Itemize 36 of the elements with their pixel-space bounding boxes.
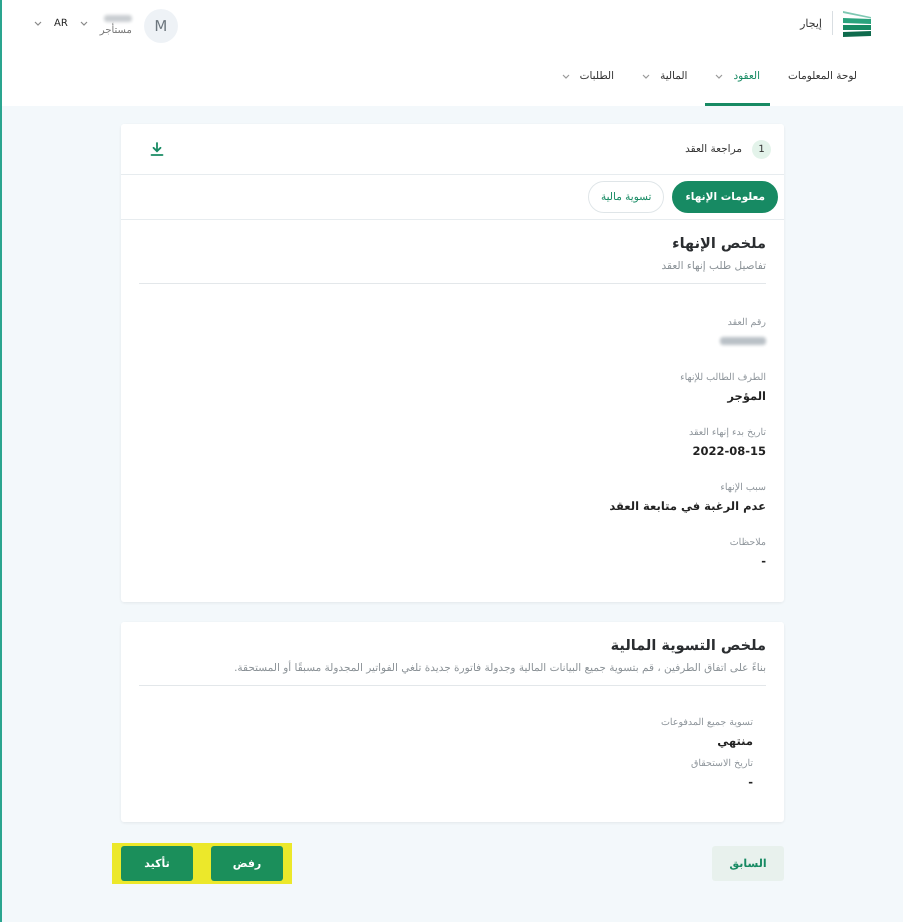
field-value: منتهي	[717, 734, 753, 748]
nav-tab[interactable]: العقود	[705, 46, 770, 106]
tab[interactable]: تسوية مالية	[588, 181, 664, 213]
field-value: عدم الرغبة في متابعة العقد	[609, 499, 766, 513]
section-title: ملخص التسوية المالية	[610, 638, 766, 654]
field-label: رقم العقد	[728, 317, 766, 328]
step-number: 1	[752, 140, 771, 158]
field-label: تاريخ بدء إنهاء العقد	[689, 427, 766, 438]
tab[interactable]: معلومات الإنهاء	[672, 181, 778, 213]
field-value: -	[761, 554, 766, 568]
action-button[interactable]: رفض	[211, 846, 283, 881]
section-subtitle: تفاصيل طلب إنهاء العقد	[660, 260, 766, 272]
field-value: المؤجر	[727, 389, 766, 403]
section-description: بناءً على اتفاق الطرفين ، قم بتسوية جميع البيانات المالية وجدولة فاتورة جديدة تلغي الفواتير المجدولة مسبقًا أو المستحقة.	[233, 662, 766, 674]
nav-tab[interactable]: الطلبات	[552, 46, 624, 106]
field-value: -	[748, 775, 753, 789]
action-button[interactable]: تأكيد	[121, 846, 193, 881]
field-value: 2022-08-15	[692, 444, 766, 458]
brand-name: إيجار	[800, 16, 822, 30]
nav-tab[interactable]: لوحة المعلومات	[778, 46, 867, 106]
download-icon[interactable]	[150, 142, 164, 156]
caret-icon[interactable]	[80, 20, 88, 26]
caret-icon[interactable]	[34, 20, 42, 26]
field-label: تاريخ الاستحقاق	[690, 758, 753, 769]
field-label: الطرف الطالب للإنهاء	[680, 372, 766, 383]
stripes-logo-icon[interactable]	[843, 9, 871, 37]
field-label: تسوية جميع المدفوعات	[660, 717, 753, 728]
field-label: سبب الإنهاء	[720, 482, 766, 493]
field-label: ملاحظات	[730, 537, 766, 548]
nav-tab[interactable]: المالية	[632, 46, 698, 106]
back-button[interactable]: السابق	[712, 846, 784, 881]
step-title: مراجعة العقد	[685, 143, 742, 155]
section-title: ملخص الإنهاء	[671, 236, 766, 252]
user-role: مستأجر	[100, 24, 132, 36]
user-avatar[interactable]: M	[144, 9, 178, 43]
language-label[interactable]: AR	[54, 18, 68, 28]
